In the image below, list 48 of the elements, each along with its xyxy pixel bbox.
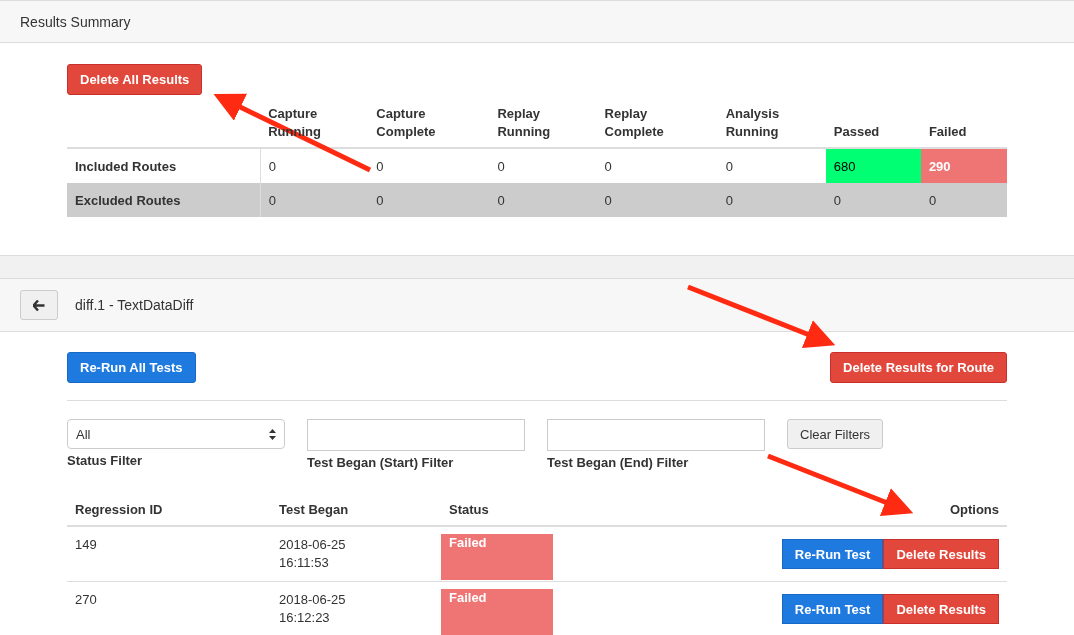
- select-arrows-icon: [269, 428, 276, 440]
- column-header: Passed: [833, 124, 880, 139]
- column-header: Analysis Running: [725, 106, 780, 139]
- rerun-test-button[interactable]: Re-Run Test: [781, 594, 884, 624]
- delete-results-button[interactable]: Delete Results: [883, 594, 999, 624]
- table-cell: 0: [489, 148, 597, 183]
- row-label: Excluded Routes: [67, 183, 261, 217]
- table-cell: 0: [260, 148, 369, 183]
- column-header: Failed: [928, 124, 967, 139]
- table-cell: 270: [67, 581, 271, 635]
- route-title: diff.1 - TextDataDiff: [75, 297, 194, 313]
- panel-title: Results Summary: [20, 13, 131, 30]
- status-badge: Failed: [441, 534, 553, 580]
- status-select[interactable]: All: [67, 419, 285, 449]
- rerun-test-button[interactable]: Re-Run Test: [781, 539, 884, 569]
- table-cell: 0: [260, 183, 369, 217]
- table-cell: 0: [920, 183, 1007, 217]
- table-cell: 0: [489, 183, 597, 217]
- column-header: Test Began: [279, 502, 349, 517]
- arrow-left-icon: [33, 299, 45, 311]
- column-header: Replay Running: [497, 106, 551, 139]
- field-label: Test Began (End) Filter: [547, 455, 690, 470]
- field-label: Test Began (Start) Filter: [307, 455, 455, 470]
- column-header: Replay Complete: [604, 106, 664, 139]
- field-label: Status Filter: [67, 453, 144, 468]
- status-badge: Failed: [441, 589, 553, 635]
- column-header: Capture Complete: [376, 106, 436, 139]
- delete-all-button[interactable]: Delete All Results: [67, 64, 203, 95]
- table-cell: 0: [368, 183, 490, 217]
- delete-route-button[interactable]: Delete Results for Route: [830, 352, 1007, 383]
- table-cell: 0: [368, 148, 490, 183]
- back-button[interactable]: [20, 290, 58, 320]
- column-header: Options: [949, 502, 999, 517]
- rerun-all-button[interactable]: Re-Run All Tests: [67, 352, 196, 383]
- table-cell: 290: [920, 148, 1007, 183]
- table-cell: 149: [67, 526, 271, 582]
- table-cell: 0: [825, 183, 921, 217]
- column-header: Status: [449, 502, 489, 517]
- column-header: Regression ID: [75, 502, 163, 517]
- table-cell: 680: [825, 148, 921, 183]
- table-cell: 0: [717, 148, 826, 183]
- clear-filters-button[interactable]: Clear Filters: [787, 419, 884, 449]
- date-field[interactable]: [547, 419, 765, 451]
- date-field[interactable]: [307, 419, 525, 451]
- delete-results-button[interactable]: Delete Results: [883, 539, 999, 569]
- table-cell: 0: [596, 148, 718, 183]
- table-cell: 0: [717, 183, 826, 217]
- table-cell: 0: [596, 183, 718, 217]
